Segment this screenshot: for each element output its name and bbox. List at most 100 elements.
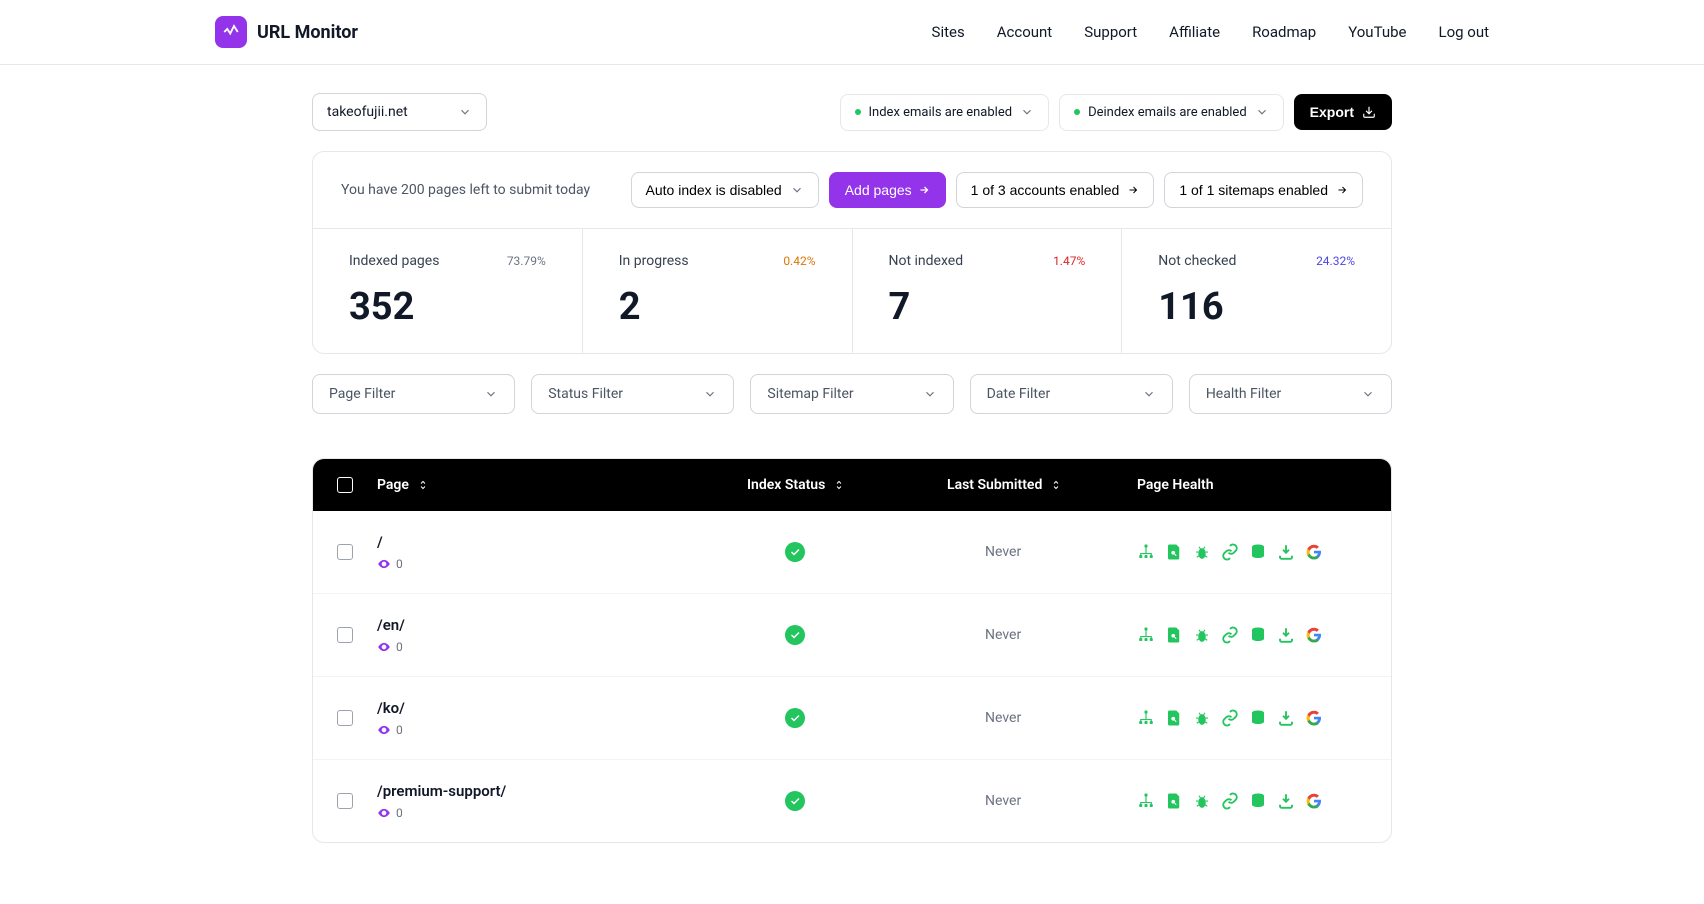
sitemap-icon[interactable] [1137, 709, 1155, 727]
row-checkbox[interactable] [337, 710, 353, 726]
google-icon[interactable] [1305, 792, 1323, 810]
column-label: Index Status [747, 477, 825, 493]
google-icon[interactable] [1305, 626, 1323, 644]
accounts-button[interactable]: 1 of 3 accounts enabled [956, 172, 1155, 208]
health-filter[interactable]: Health Filter [1189, 374, 1392, 414]
page-views: 0 [377, 557, 403, 571]
chevron-down-icon [484, 387, 498, 401]
database-icon[interactable] [1249, 709, 1267, 727]
column-health-header: Page Health [1137, 477, 1367, 493]
import-icon[interactable] [1277, 543, 1295, 561]
sort-icon [1050, 479, 1062, 491]
sitemap-filter[interactable]: Sitemap Filter [750, 374, 953, 414]
page-filter[interactable]: Page Filter [312, 374, 515, 414]
status-dot-icon [855, 109, 861, 115]
database-icon[interactable] [1249, 792, 1267, 810]
status-filter[interactable]: Status Filter [531, 374, 734, 414]
deindex-emails-toggle[interactable]: Deindex emails are enabled [1059, 94, 1284, 131]
health-icons [1137, 543, 1367, 561]
page-path[interactable]: /en/ [377, 616, 405, 634]
sitemap-icon[interactable] [1137, 543, 1155, 561]
add-pages-label: Add pages [845, 182, 912, 198]
auto-index-button[interactable]: Auto index is disabled [631, 172, 819, 208]
logo[interactable]: URL Monitor [215, 16, 358, 48]
site-selector-value: takeofujii.net [327, 104, 408, 120]
stat-pct: 0.42% [783, 254, 815, 268]
auto-index-label: Auto index is disabled [646, 182, 782, 198]
stat-label: Not checked [1158, 253, 1236, 269]
stat-not-indexed: Not indexed 1.47% 7 [853, 229, 1123, 353]
eye-icon [377, 723, 391, 737]
link-icon[interactable] [1221, 792, 1239, 810]
sitemaps-button[interactable]: 1 of 1 sitemaps enabled [1164, 172, 1363, 208]
index-emails-toggle[interactable]: Index emails are enabled [840, 94, 1050, 131]
stat-pct: 24.32% [1316, 254, 1355, 268]
page-path[interactable]: /ko/ [377, 699, 405, 717]
last-submitted-value: Never [985, 544, 1021, 560]
column-label: Page [377, 477, 409, 493]
filter-label: Date Filter [987, 386, 1051, 402]
import-icon[interactable] [1277, 709, 1295, 727]
page-views: 0 [377, 723, 405, 737]
nav-logout[interactable]: Log out [1438, 23, 1489, 41]
file-search-icon[interactable] [1165, 543, 1183, 561]
status-indexed-icon [785, 708, 805, 728]
nav-roadmap[interactable]: Roadmap [1252, 23, 1316, 41]
chevron-down-icon [458, 105, 472, 119]
database-icon[interactable] [1249, 543, 1267, 561]
stat-pct: 1.47% [1053, 254, 1085, 268]
google-icon[interactable] [1305, 543, 1323, 561]
bug-icon[interactable] [1193, 709, 1211, 727]
file-search-icon[interactable] [1165, 792, 1183, 810]
page-path[interactable]: /premium-support/ [377, 782, 506, 800]
eye-icon [377, 640, 391, 654]
arrow-right-icon [918, 184, 930, 196]
add-pages-button[interactable]: Add pages [829, 172, 946, 208]
bug-icon[interactable] [1193, 543, 1211, 561]
page-views: 0 [377, 640, 405, 654]
chevron-down-icon [1020, 105, 1034, 119]
import-icon[interactable] [1277, 792, 1295, 810]
nav-support[interactable]: Support [1084, 23, 1137, 41]
chevron-down-icon [1142, 387, 1156, 401]
nav-sites[interactable]: Sites [932, 23, 965, 41]
index-emails-label: Index emails are enabled [869, 105, 1013, 120]
link-icon[interactable] [1221, 543, 1239, 561]
column-label: Last Submitted [947, 477, 1042, 493]
filter-label: Status Filter [548, 386, 623, 402]
import-icon[interactable] [1277, 626, 1295, 644]
health-icons [1137, 709, 1367, 727]
link-icon[interactable] [1221, 709, 1239, 727]
bug-icon[interactable] [1193, 626, 1211, 644]
sitemap-icon[interactable] [1137, 626, 1155, 644]
logo-icon [215, 16, 247, 48]
column-page-header[interactable]: Page [377, 477, 747, 493]
file-search-icon[interactable] [1165, 709, 1183, 727]
site-selector[interactable]: takeofujii.net [312, 93, 487, 131]
bug-icon[interactable] [1193, 792, 1211, 810]
google-icon[interactable] [1305, 709, 1323, 727]
date-filter[interactable]: Date Filter [970, 374, 1173, 414]
database-icon[interactable] [1249, 626, 1267, 644]
column-submitted-header[interactable]: Last Submitted [947, 477, 1137, 493]
sitemap-icon[interactable] [1137, 792, 1155, 810]
file-search-icon[interactable] [1165, 626, 1183, 644]
link-icon[interactable] [1221, 626, 1239, 644]
table-row: /ko/ 0 Never [313, 677, 1391, 760]
row-checkbox[interactable] [337, 793, 353, 809]
filter-label: Sitemap Filter [767, 386, 853, 402]
last-submitted-value: Never [985, 793, 1021, 809]
nav-youtube[interactable]: YouTube [1348, 23, 1406, 41]
export-button[interactable]: Export [1294, 94, 1392, 130]
last-submitted-value: Never [985, 710, 1021, 726]
select-all-checkbox[interactable] [337, 477, 353, 493]
stat-label: In progress [619, 253, 689, 269]
nav-account[interactable]: Account [997, 23, 1053, 41]
row-checkbox[interactable] [337, 544, 353, 560]
page-path[interactable]: / [377, 533, 403, 551]
pages-remaining-text: You have 200 pages left to submit today [341, 182, 590, 198]
nav-affiliate[interactable]: Affiliate [1169, 23, 1220, 41]
row-checkbox[interactable] [337, 627, 353, 643]
table-row: /premium-support/ 0 Never [313, 760, 1391, 842]
column-status-header[interactable]: Index Status [747, 477, 947, 493]
